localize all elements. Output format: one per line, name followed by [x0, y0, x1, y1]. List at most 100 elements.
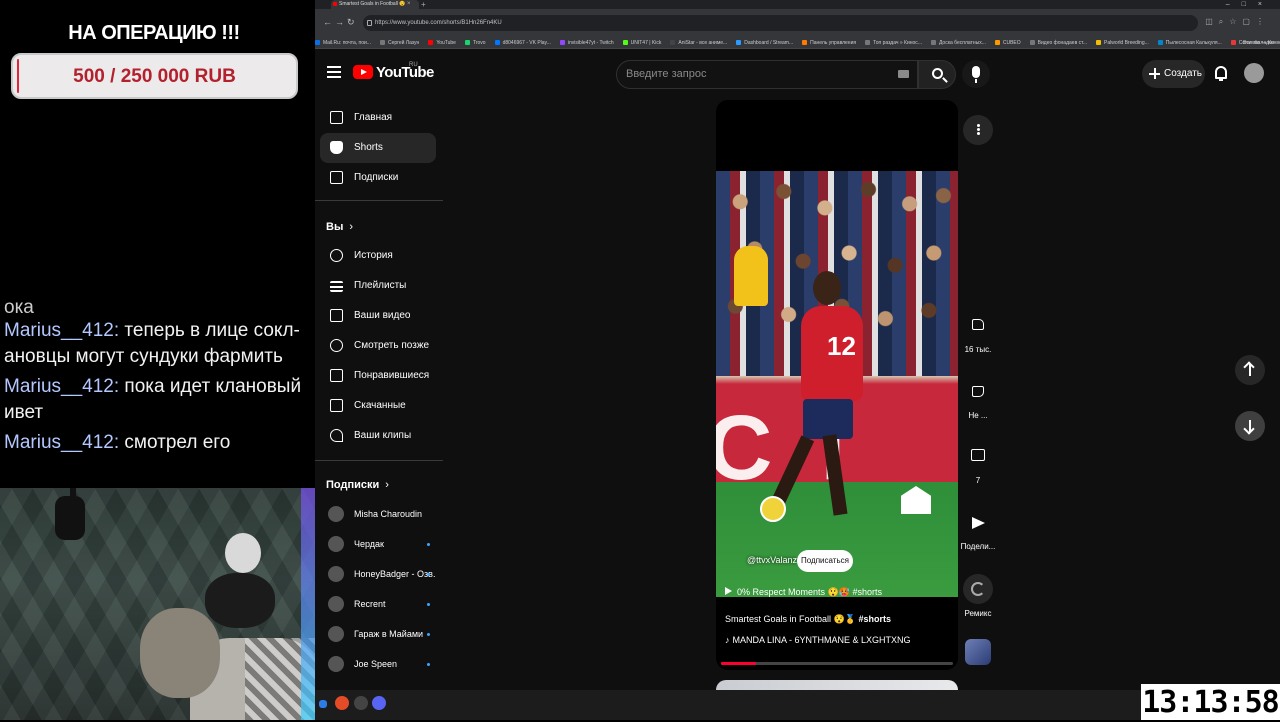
- bookmark-item[interactable]: AniStar - все аниме...: [670, 37, 727, 48]
- search-icon: [932, 68, 943, 79]
- youtube-header: YouTube RU Введите запрос Создать: [315, 50, 1280, 98]
- sidebar-item-downloads[interactable]: Скачанные: [320, 391, 436, 421]
- app-taskbar-icon[interactable]: [372, 696, 386, 710]
- sidebar-item-label: Ваши клипы: [354, 430, 412, 441]
- bookmark-item[interactable]: Mail.Ru: почта, пои...: [315, 37, 371, 48]
- bookmark-item[interactable]: Топ раздач » Кинос...: [865, 37, 922, 48]
- bookmark-item[interactable]: Dashboard / Stream...: [736, 37, 793, 48]
- more-options-button[interactable]: [963, 115, 993, 150]
- url-input[interactable]: https://www.youtube.com/shorts/B1Hn26Fn4…: [363, 15, 1198, 31]
- sidebar-item-your-videos[interactable]: Ваши видео: [320, 301, 436, 331]
- new-tab-button[interactable]: +: [421, 0, 426, 9]
- all-bookmarks-button[interactable]: Все закладки: [1243, 37, 1274, 48]
- chat-message: Marius__412: теперь в лице сокл- ановцы …: [0, 316, 315, 372]
- sidebar-item-playlists[interactable]: Плейлисты: [320, 271, 436, 301]
- avatar[interactable]: [1244, 63, 1264, 83]
- browser-tab[interactable]: Smartest Goals in Football 😯: [331, 0, 419, 9]
- lock-icon: [367, 20, 372, 26]
- comments-button[interactable]: 7: [963, 441, 993, 485]
- sidebar-item-history[interactable]: История: [320, 241, 436, 271]
- bookmark-item[interactable]: YouTube: [428, 37, 456, 48]
- sidebar-item-clips[interactable]: Ваши клипы: [320, 421, 436, 451]
- bookmark-item[interactable]: invisible47yt - Twitch: [560, 37, 614, 48]
- sidebar-item-shorts[interactable]: Shorts: [320, 133, 436, 163]
- bookmark-item[interactable]: Пылесосная Калькуля...: [1158, 37, 1222, 48]
- short-title[interactable]: Smartest Goals in Football 😯🥇 #shorts: [725, 614, 891, 625]
- reload-icon[interactable]: ↻: [347, 17, 355, 28]
- obs-taskbar-icon[interactable]: [354, 696, 368, 710]
- chat-text: смотрел его: [124, 432, 231, 453]
- subscription-item[interactable]: Гараж в Майами: [320, 619, 436, 649]
- create-button[interactable]: Создать: [1142, 60, 1205, 88]
- sidebar-item-home[interactable]: Главная: [320, 103, 436, 133]
- subscribe-button[interactable]: Подписаться: [797, 550, 853, 572]
- bookmark-item[interactable]: Trovo: [465, 37, 486, 48]
- subscription-item[interactable]: HoneyBadger - Озв...: [320, 559, 436, 589]
- subscription-item[interactable]: Misha Charoudin: [320, 499, 436, 529]
- sidebar-heading-subscriptions[interactable]: Подписки ›: [326, 479, 389, 491]
- search-input[interactable]: Введите запрос: [616, 60, 918, 89]
- comment-icon: [971, 449, 985, 461]
- sidebar-heading-you[interactable]: Вы ›: [326, 221, 353, 233]
- subscription-label: Чердак: [354, 539, 384, 549]
- chat-username: Marius__412:: [4, 376, 120, 397]
- comment-count: 7: [975, 476, 981, 485]
- next-short-button[interactable]: [1235, 411, 1265, 441]
- shorts-icon: [330, 141, 343, 154]
- voice-search-button[interactable]: [962, 60, 990, 88]
- extension-icons[interactable]: ◫⌕☆▢⋮: [1205, 17, 1270, 27]
- sidebar-item-subscriptions[interactable]: Подписки: [320, 163, 436, 193]
- short-music[interactable]: ♪ MANDA LINA - 6YNTHMANE & LXGHTXNG: [725, 635, 911, 645]
- subscription-item[interactable]: Joe Speen: [320, 649, 436, 679]
- sidebar-heading-label: Вы: [326, 221, 344, 233]
- chat-username: Marius__412:: [4, 432, 120, 453]
- short-progress-bar[interactable]: [721, 662, 953, 665]
- bookmark-item[interactable]: Панель управления: [802, 37, 856, 48]
- downloads-icon: [330, 399, 343, 412]
- share-circle: [963, 507, 993, 537]
- remix-button[interactable]: Ремикс: [963, 574, 993, 618]
- share-button[interactable]: Подели...: [961, 507, 995, 551]
- bookmark-item[interactable]: d8046967 - VK Play...: [495, 37, 551, 48]
- subscription-item[interactable]: Чердак: [320, 529, 436, 559]
- keyboard-icon[interactable]: [898, 70, 909, 78]
- microphone: [55, 496, 85, 540]
- new-content-dot: [427, 633, 430, 636]
- window-controls[interactable]: –□×: [1226, 0, 1274, 9]
- sidebar-heading-label: Подписки: [326, 479, 380, 491]
- previous-short-button[interactable]: [1235, 355, 1265, 385]
- short-hashtag[interactable]: #shorts: [858, 614, 891, 624]
- channel-avatar: [328, 566, 344, 582]
- browser-taskbar-icon[interactable]: [335, 696, 349, 710]
- start-icon[interactable]: [319, 700, 327, 708]
- like-button[interactable]: 16 тыс.: [963, 310, 993, 354]
- sidebar-item-label: Скачанные: [354, 400, 406, 411]
- bookmark-item[interactable]: CUBEO: [995, 37, 1021, 48]
- remix-circle: [963, 574, 993, 604]
- bookmark-item[interactable]: UNIT47 | Kick: [623, 37, 662, 48]
- hamburger-menu-icon[interactable]: [327, 66, 341, 78]
- sidebar-item-liked[interactable]: Понравившиеся: [320, 361, 436, 391]
- youtube-logo-icon[interactable]: [353, 65, 373, 79]
- bookmark-list: Mail.Ru: почта, пои... Сергей Лазун YouTub…: [315, 40, 1280, 46]
- search-button[interactable]: [918, 60, 956, 89]
- tab-close-icon[interactable]: ×: [407, 0, 411, 9]
- forward-arrow-icon[interactable]: →: [335, 17, 344, 27]
- youtube-wordmark[interactable]: YouTube: [376, 64, 434, 81]
- sound-thumbnail[interactable]: [965, 639, 991, 665]
- channel-avatar: [328, 596, 344, 612]
- region-code: RU: [409, 62, 418, 68]
- bookmark-item[interactable]: Сергей Лазун: [380, 37, 419, 48]
- bookmark-item[interactable]: Видео фонадаев ст...: [1030, 37, 1087, 48]
- arrow-down-icon: [1249, 420, 1251, 432]
- back-arrow-icon[interactable]: ←: [323, 17, 332, 27]
- subscription-item[interactable]: Recrent: [320, 589, 436, 619]
- bookmark-item[interactable]: Palworld Breeding...: [1096, 37, 1149, 48]
- notifications-bell-icon[interactable]: [1215, 66, 1227, 81]
- dislike-button[interactable]: Не ...: [963, 376, 993, 420]
- bookmark-item[interactable]: Доска бесплатных...: [931, 37, 986, 48]
- short-video-frame[interactable]: C f 12: [716, 171, 958, 597]
- sidebar-item-watch-later[interactable]: Смотреть позже: [320, 331, 436, 361]
- short-player[interactable]: C f 12 @ttvxValanz Подписаться 0% Respec…: [716, 100, 958, 670]
- channel-handle[interactable]: @ttvxValanz: [747, 555, 797, 565]
